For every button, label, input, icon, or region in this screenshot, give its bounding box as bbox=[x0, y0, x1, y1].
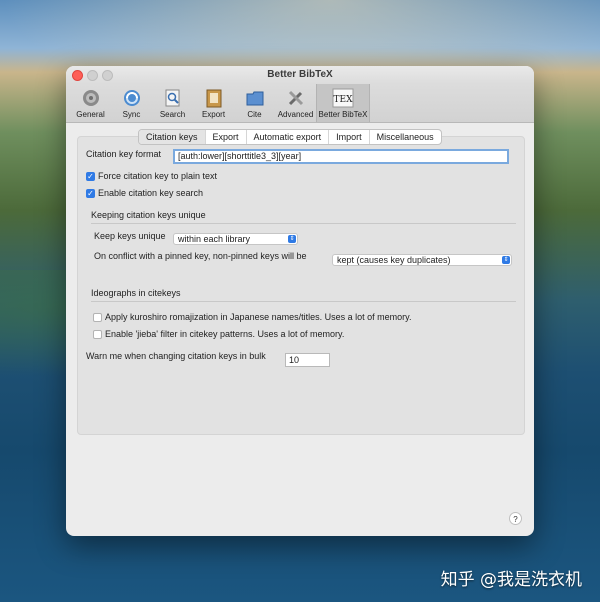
ideographs-divider bbox=[91, 301, 516, 302]
watermark: 知乎 @我是洗衣机 bbox=[441, 565, 582, 590]
keep-keys-unique-label: Keep keys unique bbox=[94, 231, 166, 241]
toolbar-search-label: Search bbox=[160, 110, 185, 119]
gear-icon bbox=[80, 87, 102, 109]
kuroshiro-label: Apply kuroshiro romajization in Japanese… bbox=[105, 312, 411, 322]
preferences-window: Better BibTeX General Sync Search Export bbox=[66, 66, 534, 536]
conflict-value: kept (causes key duplicates) bbox=[337, 255, 451, 265]
unique-keys-heading: Keeping citation keys unique bbox=[91, 210, 206, 220]
tools-icon bbox=[285, 87, 307, 109]
folder-icon bbox=[244, 87, 266, 109]
toolbar-better-bibtex[interactable]: TEX Better BibTeX bbox=[316, 84, 370, 122]
toolbar-better-bibtex-label: Better BibTeX bbox=[319, 110, 368, 119]
tab-citation-keys[interactable]: Citation keys bbox=[139, 130, 205, 144]
bulk-warning-label: Warn me when changing citation keys in b… bbox=[86, 351, 266, 361]
search-icon bbox=[162, 87, 184, 109]
unique-keys-divider bbox=[91, 223, 516, 224]
export-icon bbox=[203, 87, 225, 109]
toolbar-export-label: Export bbox=[202, 110, 225, 119]
keep-keys-unique-select[interactable]: within each library ⇕ bbox=[173, 233, 298, 245]
toolbar-cite[interactable]: Cite bbox=[234, 84, 275, 122]
toolbar-general[interactable]: General bbox=[70, 84, 111, 122]
citation-key-format-input[interactable]: [auth:lower][shorttitle3_3][year] bbox=[173, 149, 509, 164]
help-button[interactable]: ? bbox=[509, 512, 522, 525]
enable-key-search-label: Enable citation key search bbox=[98, 188, 203, 198]
tab-miscellaneous[interactable]: Miscellaneous bbox=[369, 130, 441, 144]
toolbar-general-label: General bbox=[76, 110, 104, 119]
tab-import[interactable]: Import bbox=[328, 130, 369, 144]
conflict-select[interactable]: kept (causes key duplicates) ⇕ bbox=[332, 254, 512, 266]
enable-key-search-checkbox[interactable]: ✓ bbox=[86, 189, 95, 198]
force-plain-text-checkbox[interactable]: ✓ bbox=[86, 172, 95, 181]
title-bar: Better BibTeX bbox=[66, 66, 534, 84]
citation-key-format-label: Citation key format bbox=[86, 149, 161, 159]
ideographs-heading: Ideographs in citekeys bbox=[91, 288, 181, 298]
settings-panel: Citation key format [auth:lower][shortti… bbox=[77, 136, 525, 435]
window-title: Better BibTeX bbox=[66, 69, 534, 80]
toolbar-sync[interactable]: Sync bbox=[111, 84, 152, 122]
conflict-label: On conflict with a pinned key, non-pinne… bbox=[94, 251, 306, 261]
toolbar-export[interactable]: Export bbox=[193, 84, 234, 122]
tex-icon: TEX bbox=[332, 87, 354, 109]
kuroshiro-checkbox[interactable] bbox=[93, 313, 102, 322]
jieba-label: Enable 'jieba' filter in citekey pattern… bbox=[105, 329, 344, 339]
chevron-updown-icon: ⇕ bbox=[502, 256, 510, 264]
toolbar-advanced[interactable]: Advanced bbox=[275, 84, 316, 122]
tab-export[interactable]: Export bbox=[205, 130, 246, 144]
settings-tabs: Citation keys Export Automatic export Im… bbox=[138, 129, 442, 145]
keep-keys-unique-value: within each library bbox=[178, 234, 250, 244]
chevron-updown-icon: ⇕ bbox=[288, 235, 296, 243]
bulk-warning-input[interactable]: 10 bbox=[285, 353, 330, 367]
tab-automatic-export[interactable]: Automatic export bbox=[246, 130, 329, 144]
toolbar-cite-label: Cite bbox=[247, 110, 261, 119]
force-plain-text-label: Force citation key to plain text bbox=[98, 171, 217, 181]
toolbar-advanced-label: Advanced bbox=[278, 110, 314, 119]
preferences-toolbar: General Sync Search Export Cite bbox=[66, 84, 534, 123]
toolbar-sync-label: Sync bbox=[123, 110, 141, 119]
tex-icon-text: TEX bbox=[334, 95, 354, 105]
toolbar-search[interactable]: Search bbox=[152, 84, 193, 122]
jieba-checkbox[interactable] bbox=[93, 330, 102, 339]
sync-icon bbox=[121, 87, 143, 109]
